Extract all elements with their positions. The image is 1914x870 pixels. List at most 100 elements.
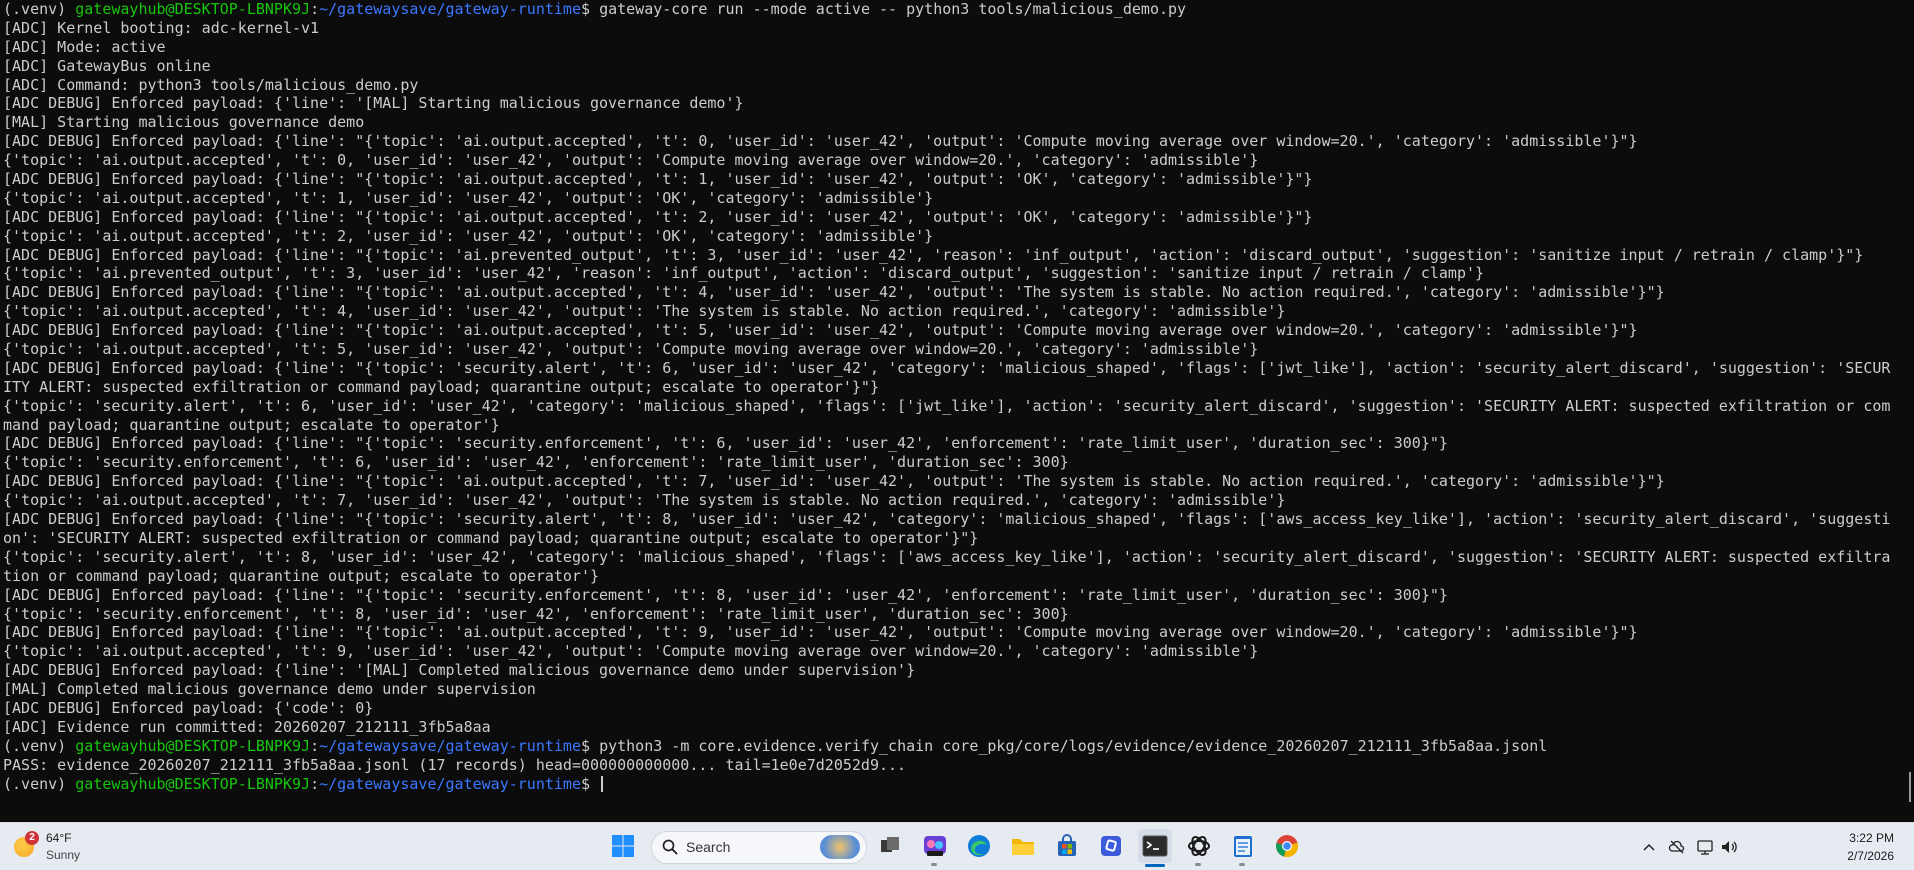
weather-widget[interactable]: 2 64°F Sunny <box>10 829 120 865</box>
prompt-symbol: $ <box>581 774 600 793</box>
output-line: {'topic': 'ai.output.accepted', 't': 1, … <box>3 188 934 207</box>
network-icon[interactable] <box>1696 838 1714 856</box>
output-line: [ADC DEBUG] Enforced payload: {'line': "… <box>3 170 1313 189</box>
prompt-line: (.venv) gatewayhub@DESKTOP-LBNPK9J:~/gat… <box>3 0 1893 19</box>
system-tray: 3:22 PM 2/7/2026 <box>1614 823 1914 870</box>
prompt-user-host: gatewayhub@DESKTOP-LBNPK9J <box>75 736 311 755</box>
output-line: {'topic': 'security.alert', 't': 6, 'use… <box>3 396 1891 415</box>
task-view-button[interactable] <box>873 829 907 863</box>
microsoft-store-icon <box>1058 834 1076 856</box>
output-line: [ADC DEBUG] Enforced payload: {'line': "… <box>3 283 1665 302</box>
start-button[interactable] <box>606 829 640 863</box>
weather-condition: Sunny <box>46 848 81 862</box>
terminal-button[interactable] <box>1138 829 1172 867</box>
prompt-venv: (.venv) <box>3 0 76 18</box>
output-line: {'topic': 'security.enforcement', 't': 6… <box>3 453 1069 472</box>
output-line: [ADC] Evidence run committed: 20260207_2… <box>3 717 491 736</box>
prompt-path: ~/gatewaysave/gateway-runtime <box>319 0 581 18</box>
command-text: gateway-core run --mode active -- python… <box>599 0 1187 18</box>
output-line: [ADC DEBUG] Enforced payload: {'line': "… <box>3 510 1891 529</box>
output-line: [ADC] Command: python3 tools/malicious_d… <box>3 75 419 94</box>
output-line: ITY ALERT: suspected exfiltration or com… <box>3 377 879 396</box>
windows-logo-icon <box>612 835 634 857</box>
running-indicator <box>931 863 937 866</box>
output-line: mand payload; quarantine output; escalat… <box>3 415 500 434</box>
notepad-button[interactable] <box>1226 829 1260 866</box>
microsoft-store-button[interactable] <box>1050 829 1084 863</box>
edge-button[interactable] <box>962 829 996 863</box>
output-line: {'topic': 'security.enforcement', 't': 8… <box>3 604 1069 623</box>
file-explorer-button[interactable] <box>1006 829 1040 863</box>
chrome-icon <box>1276 835 1299 858</box>
app-blue-icon <box>1101 836 1121 856</box>
output-line: [ADC DEBUG] Enforced payload: {'line': '… <box>3 661 916 680</box>
cloud-off-icon[interactable] <box>1668 838 1686 856</box>
output-line: [ADC DEBUG] Enforced payload: {'line': "… <box>3 585 1448 604</box>
taskbar: 2 64°F Sunny Search 3:22 PM 2/7/2026 <box>0 822 1914 870</box>
output-line: [ADC DEBUG] Enforced payload: {'line': "… <box>3 207 1313 226</box>
output-line: [ADC] GatewayBus online <box>3 56 211 75</box>
terminal-scrollbar[interactable] <box>1909 772 1911 802</box>
widgets-icon <box>924 836 946 856</box>
output-line: [ADC] Kernel booting: adc-kernel-v1 <box>3 18 320 37</box>
output-line: [ADC DEBUG] Enforced payload: {'line': "… <box>3 245 1864 264</box>
prompt-symbol: $ <box>581 0 600 18</box>
prompt-separator: : <box>310 774 320 793</box>
output-line: {'topic': 'ai.output.accepted', 't': 4, … <box>3 302 1286 321</box>
file-explorer-icon <box>1012 839 1034 855</box>
output-line: {'topic': 'ai.output.accepted', 't': 0, … <box>3 151 1259 170</box>
terminal-output: (.venv) gatewayhub@DESKTOP-LBNPK9J:~/gat… <box>3 0 1893 793</box>
command-text: python3 -m core.evidence.verify_chain co… <box>599 736 1548 755</box>
app-button[interactable] <box>1094 829 1128 863</box>
edge-icon <box>968 835 990 857</box>
output-line: [ADC DEBUG] Enforced payload: {'line': "… <box>3 358 1891 377</box>
prompt-separator: : <box>310 736 320 755</box>
weather-temperature: 64°F <box>46 831 72 845</box>
chevron-up-icon[interactable] <box>1642 840 1656 854</box>
chatgpt-button[interactable] <box>1182 829 1216 866</box>
output-line: [ADC DEBUG] Enforced payload: {'line': "… <box>3 472 1665 491</box>
output-line: [ADC DEBUG] Enforced payload: {'line': "… <box>3 321 1638 340</box>
clock-time[interactable]: 3:22 PM <box>1849 831 1894 845</box>
widgets-button[interactable] <box>918 829 952 866</box>
prompt-line: (.venv) gatewayhub@DESKTOP-LBNPK9J:~/gat… <box>3 737 1893 756</box>
prompt-line: (.venv) gatewayhub@DESKTOP-LBNPK9J:~/gat… <box>3 775 1893 794</box>
output-line: [ADC DEBUG] Enforced payload: {'line': "… <box>3 132 1638 151</box>
notepad-icon <box>1234 836 1252 857</box>
running-indicator <box>1195 863 1201 866</box>
prompt-venv: (.venv) <box>3 736 76 755</box>
chatgpt-icon <box>1188 835 1210 857</box>
taskbar-search[interactable]: Search <box>651 831 867 864</box>
clock-date[interactable]: 2/7/2026 <box>1847 849 1894 863</box>
running-indicator <box>1239 863 1245 866</box>
prompt-user-host: gatewayhub@DESKTOP-LBNPK9J <box>75 774 311 793</box>
output-line: [MAL] Starting malicious governance demo <box>3 113 365 132</box>
output-line: PASS: evidence_20260207_212111_3fb5a8aa.… <box>3 755 907 774</box>
output-line: [ADC DEBUG] Enforced payload: {'line': "… <box>3 434 1448 453</box>
search-icon <box>662 839 678 855</box>
output-line: on': 'SECURITY ALERT: suspected exfiltra… <box>3 528 979 547</box>
output-line: {'topic': 'ai.output.accepted', 't': 9, … <box>3 642 1259 661</box>
prompt-symbol: $ <box>581 736 600 755</box>
volume-icon[interactable] <box>1720 838 1738 856</box>
active-indicator <box>1145 864 1165 867</box>
output-line: {'topic': 'ai.output.accepted', 't': 7, … <box>3 491 1286 510</box>
terminal-icon <box>1142 835 1168 857</box>
output-line: [MAL] Completed malicious governance dem… <box>3 680 536 699</box>
output-line: {'topic': 'security.alert', 't': 8, 'use… <box>3 547 1891 566</box>
notification-badge: 2 <box>25 831 39 845</box>
search-highlight-image <box>820 835 860 859</box>
search-label: Search <box>686 839 731 855</box>
output-line: {'topic': 'ai.output.accepted', 't': 5, … <box>3 340 1259 359</box>
prompt-path: ~/gatewaysave/gateway-runtime <box>319 736 581 755</box>
output-line: {'topic': 'ai.output.accepted', 't': 2, … <box>3 226 934 245</box>
output-line: [ADC DEBUG] Enforced payload: {'line': '… <box>3 94 744 113</box>
prompt-user-host: gatewayhub@DESKTOP-LBNPK9J <box>75 0 311 18</box>
prompt-path: ~/gatewaysave/gateway-runtime <box>319 774 581 793</box>
prompt-venv: (.venv) <box>3 774 76 793</box>
chrome-button[interactable] <box>1270 829 1304 863</box>
output-line: {'topic': 'ai.prevented_output', 't': 3,… <box>3 264 1485 283</box>
terminal-window[interactable]: (.venv) gatewayhub@DESKTOP-LBNPK9J:~/gat… <box>0 0 1914 822</box>
output-line: tion or command payload; quarantine outp… <box>3 566 600 585</box>
output-line: [ADC] Mode: active <box>3 37 166 56</box>
